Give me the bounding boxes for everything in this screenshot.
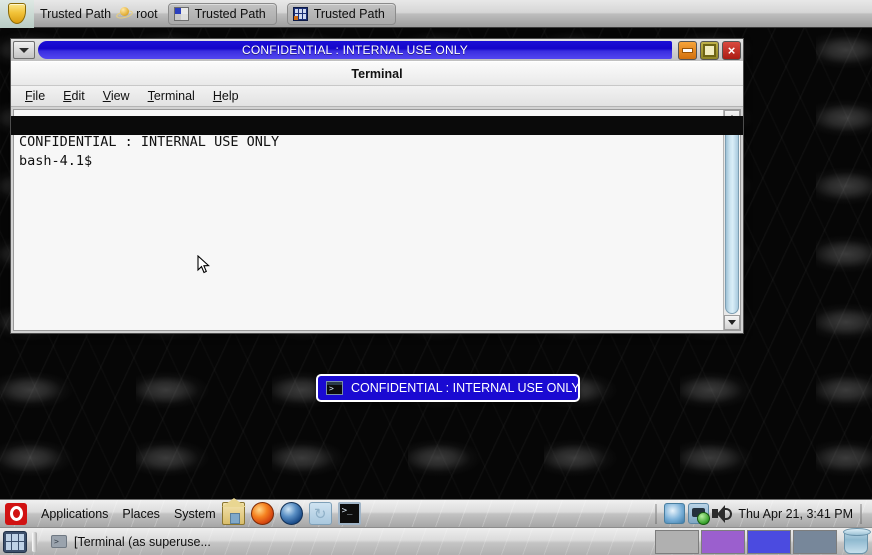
trusted-path-shield-container [0,0,34,28]
terminal-window: CONFIDENTIAL : INTERNAL USE ONLY × Termi… [10,38,744,334]
shield-icon [8,3,26,24]
panel-separator [32,531,37,552]
terminal-output[interactable]: bash-4.1$ plabel $$ CONFIDENTIAL : INTER… [14,110,723,330]
window-menu-button[interactable] [13,41,35,59]
terminal-scrollbar[interactable] [723,110,740,330]
trusted-path-tab-workspace[interactable]: Trusted Path [286,2,396,25]
oracle-logo-icon[interactable] [5,502,27,525]
workspace-4[interactable] [793,529,837,554]
menu-edit[interactable]: Edit [63,89,85,103]
display-settings-icon[interactable] [688,503,711,525]
update-manager-icon[interactable]: ↻ [308,502,332,525]
scroll-down-icon[interactable] [724,315,740,330]
close-button[interactable]: × [722,40,741,60]
workspace-3[interactable] [747,529,791,554]
trash-icon[interactable] [843,527,871,554]
volume-speaker-icon[interactable] [712,504,733,523]
saturn-icon [115,7,134,20]
terminal-icon[interactable] [337,502,361,525]
window-title: CONFIDENTIAL : INTERNAL USE ONLY [242,43,468,57]
tray-separator [655,503,658,524]
menu-system[interactable]: System [174,507,216,521]
thunderbird-icon[interactable] [279,502,303,525]
tray-separator [860,503,862,524]
task-button-label: [Terminal (as superuse... [74,534,211,549]
trusted-path-label: Trusted Path [40,6,112,21]
window-title-strip: CONFIDENTIAL : INTERNAL USE ONLY [38,41,672,59]
scroll-thumb[interactable] [725,126,739,314]
trusted-path-user: root [136,6,158,21]
terminal-icon [326,381,343,395]
terminal-selection-bar [11,116,743,135]
firefox-icon[interactable] [250,502,274,525]
network-globe-icon[interactable] [664,503,686,524]
mouse-cursor [197,255,210,274]
task-button-terminal[interactable]: [Terminal (as superuse... [42,531,220,553]
menu-terminal[interactable]: Terminal [148,89,195,103]
trusted-path-tab-label: Trusted Path [194,6,266,21]
workspace-2[interactable] [701,529,745,554]
system-tray: Thu Apr 21, 3:41 PM [651,503,872,525]
gnome-window-list-panel: [Terminal (as superuse... [0,527,872,555]
show-desktop-icon[interactable] [3,530,27,553]
terminal-icon [51,535,67,548]
window-list-icon [173,6,189,21]
minimize-button[interactable] [678,40,697,60]
workspace-icon [292,6,308,21]
home-folder-icon[interactable] [221,498,246,525]
window-titlebar[interactable]: CONFIDENTIAL : INTERNAL USE ONLY × [11,39,743,61]
menu-file[interactable]: File [25,89,45,103]
terminal-body[interactable]: bash-4.1$ plabel $$ CONFIDENTIAL : INTER… [11,109,743,331]
caret-down-icon [19,47,29,53]
trusted-path-tab-window-list[interactable]: Trusted Path [167,2,277,25]
menubar: File Edit View Terminal Help [11,85,743,107]
clock[interactable]: Thu Apr 21, 3:41 PM [738,507,853,521]
gnome-top-menu-panel: Applications Places System ↻ Thu Apr 21,… [0,498,872,527]
confidential-label-badge[interactable]: CONFIDENTIAL : INTERNAL USE ONLY [316,374,580,402]
trusted-path-tab-label: Trusted Path [313,6,385,21]
trusted-path-panel: Trusted Path root Trusted Path Trusted P… [0,0,872,28]
maximize-button[interactable] [700,40,719,60]
menu-applications[interactable]: Applications [41,507,108,521]
workspace-1[interactable] [655,529,699,554]
window-subtitle: Terminal [11,61,743,85]
workspace-switcher[interactable] [655,527,872,554]
confidential-label-text: CONFIDENTIAL : INTERNAL USE ONLY [351,381,580,395]
menu-help[interactable]: Help [213,89,239,103]
menu-view[interactable]: View [103,89,130,103]
menu-places[interactable]: Places [122,507,160,521]
